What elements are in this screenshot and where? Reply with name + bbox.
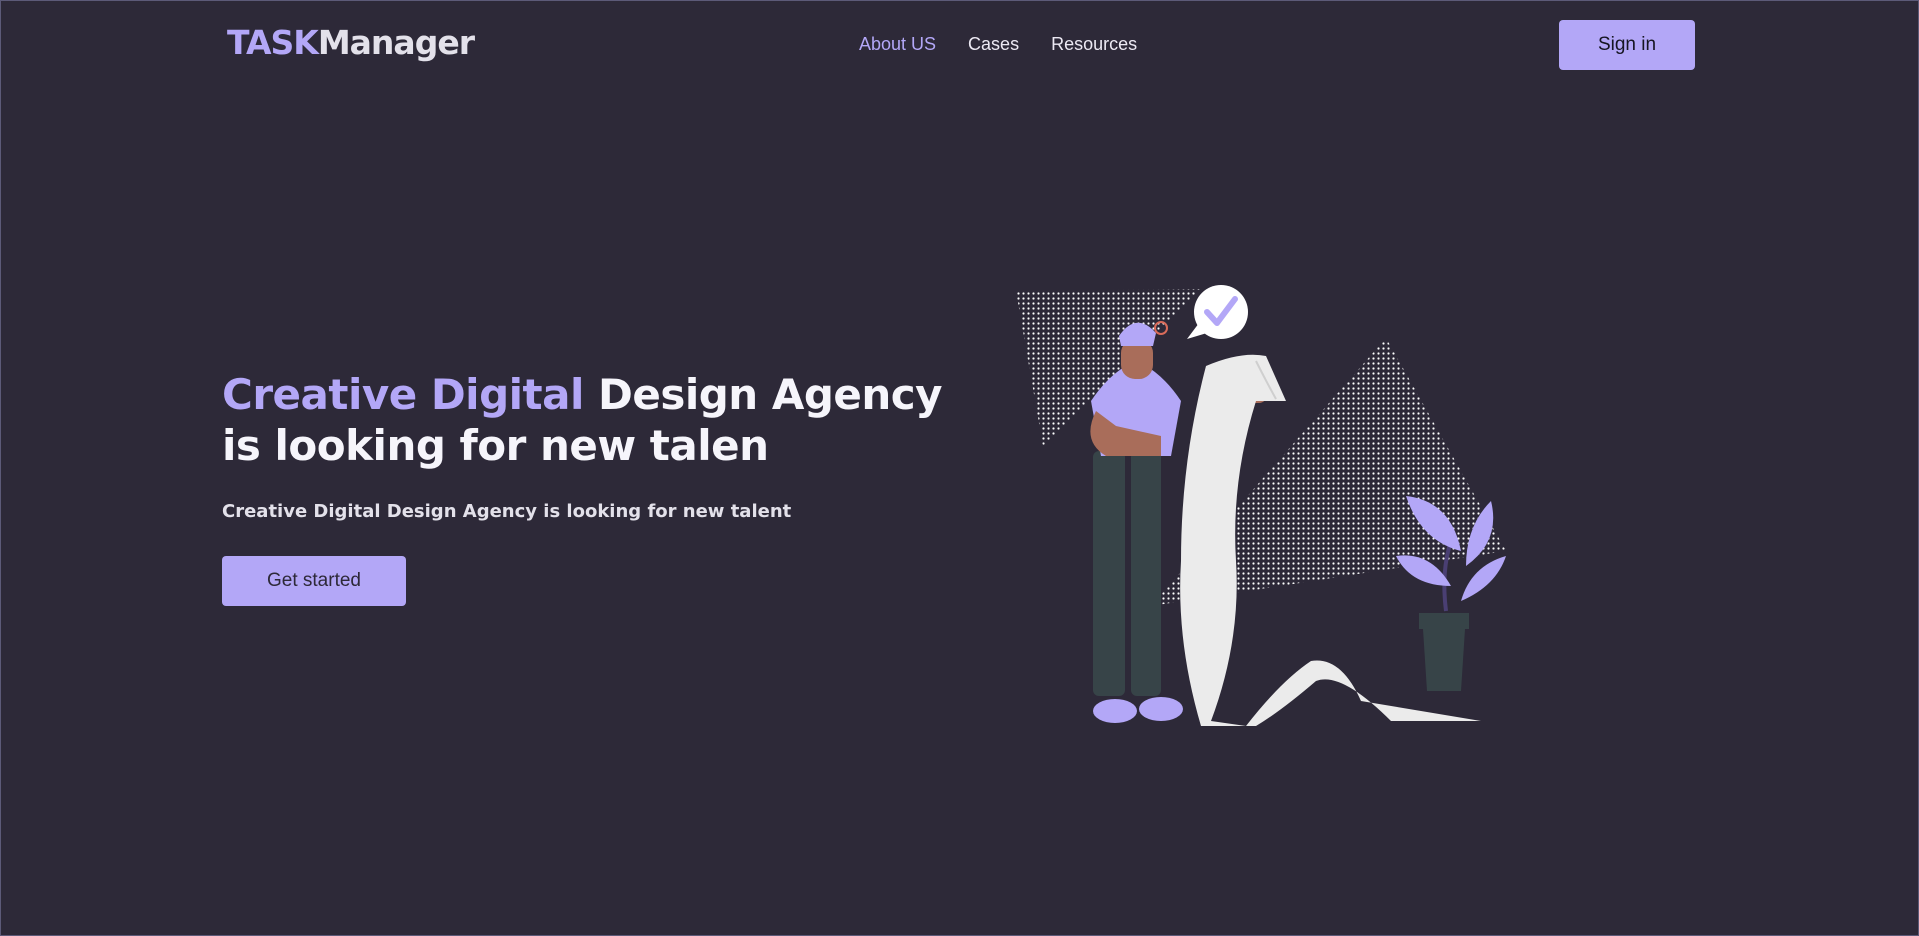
hero-title-highlight: Creative Digital — [222, 370, 584, 419]
person-with-checklist-illustration — [1016, 285, 1506, 726]
hero-title: Creative Digital Design Agency is lookin… — [222, 369, 943, 471]
main-nav: About US Cases Resources — [859, 34, 1137, 55]
brand-logo[interactable]: TASKManager — [227, 23, 475, 62]
nav-link-about-us[interactable]: About US — [859, 34, 936, 55]
nav-link-cases[interactable]: Cases — [968, 34, 1019, 55]
nav-link-resources[interactable]: Resources — [1051, 34, 1137, 55]
get-started-button[interactable]: Get started — [222, 556, 406, 606]
sign-in-button[interactable]: Sign in — [1559, 20, 1695, 70]
brand-logo-part1: TASK — [227, 23, 319, 62]
hero-title-line2: is looking for new talen — [222, 421, 769, 470]
brand-logo-part2: Manager — [317, 23, 475, 62]
hero-title-rest: Design Agency — [597, 370, 943, 419]
hero-subtitle: Creative Digital Design Agency is lookin… — [222, 501, 792, 522]
